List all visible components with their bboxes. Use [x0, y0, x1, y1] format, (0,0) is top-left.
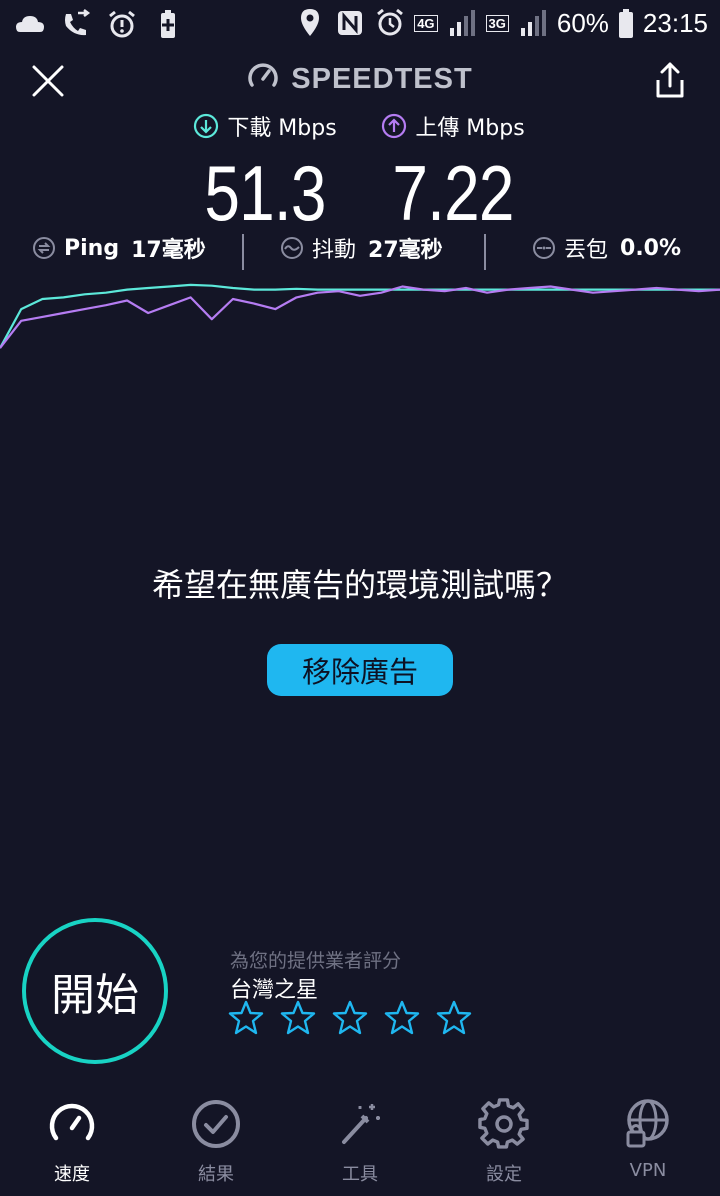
- nav-label: VPN: [629, 1160, 667, 1181]
- remove-ads-button[interactable]: 移除廣告: [267, 644, 453, 696]
- packet-loss-label: 丟包: [564, 238, 609, 263]
- share-icon[interactable]: [652, 60, 688, 100]
- check-circle-icon: [192, 1100, 240, 1148]
- status-system: 4G 3G 60% 23:15: [294, 6, 708, 40]
- rating-star-5-icon[interactable]: [436, 1000, 472, 1036]
- jitter-icon: [281, 237, 303, 259]
- net-4g-badge: 4G: [414, 14, 438, 32]
- rating-star-3-icon[interactable]: [332, 1000, 368, 1036]
- cloud-icon: [16, 16, 44, 32]
- packet-loss-stat: 丟包 0.0%: [532, 232, 681, 264]
- alarm-icon: [377, 8, 404, 36]
- nav-label: 速度: [54, 1164, 90, 1185]
- clock: 23:15: [642, 7, 708, 38]
- nav-settings[interactable]: 設定: [432, 1094, 576, 1186]
- signal-strength-icon: [449, 10, 475, 36]
- speed-graph: [0, 283, 720, 349]
- nfc-icon: [338, 11, 363, 35]
- location-icon: [301, 9, 320, 36]
- globe-lock-icon: [626, 1099, 669, 1148]
- download-series-line: [0, 283, 720, 349]
- ping-value: 17毫秒: [131, 238, 206, 263]
- battery-percent: 60%: [556, 7, 609, 38]
- upload-block: 上傳 Mbps 7.22: [333, 110, 573, 239]
- signal-strength-2-icon: [520, 10, 546, 36]
- jitter-stat: 抖動 27毫秒: [280, 232, 443, 264]
- download-arrow-icon: [194, 113, 219, 139]
- rating-star-2-icon[interactable]: [280, 1000, 316, 1036]
- rating-stars: [228, 1000, 472, 1036]
- status-notifications: [14, 8, 184, 42]
- nav-results[interactable]: 結果: [144, 1094, 288, 1186]
- jitter-value: 27毫秒: [368, 238, 443, 263]
- battery-saver-icon: [161, 10, 175, 38]
- download-label: 下載 Mbps: [227, 116, 337, 141]
- rating-star-1-icon[interactable]: [228, 1000, 264, 1036]
- net-3g-badge: 3G: [485, 14, 509, 32]
- speedometer-icon: [49, 1103, 95, 1141]
- ping-stat: Ping 17毫秒: [32, 232, 206, 264]
- upload-arrow-icon: [382, 113, 407, 139]
- app-title: SPEEDTEST: [0, 61, 720, 96]
- stat-divider: [242, 234, 244, 270]
- gear-icon: [478, 1098, 529, 1149]
- ping-icon: [33, 237, 55, 259]
- speedometer-logo-icon: [248, 63, 278, 87]
- rating-star-4-icon[interactable]: [384, 1000, 420, 1036]
- start-button[interactable]: 開始: [22, 918, 168, 1064]
- rate-provider-hint: 為您的提供業者評分: [230, 950, 402, 972]
- call-forward-icon: [65, 9, 91, 36]
- nav-speed[interactable]: 速度: [0, 1094, 144, 1186]
- app-header: SPEEDTEST: [0, 55, 720, 107]
- stats-row: Ping 17毫秒 抖動 27毫秒 丟包 0.0%: [0, 228, 720, 272]
- upload-label: 上傳 Mbps: [415, 116, 525, 141]
- stat-divider: [484, 234, 486, 270]
- packet-loss-value: 0.0%: [620, 235, 682, 261]
- ad-prompt: 希望在無廣告的環境測試嗎？: [151, 566, 568, 604]
- nav-label: 設定: [486, 1164, 522, 1185]
- jitter-label: 抖動: [312, 238, 357, 263]
- status-bar: 4G 3G 60% 23:15: [0, 0, 720, 50]
- nav-tools[interactable]: 工具: [288, 1094, 432, 1186]
- start-label: 開始: [51, 970, 139, 1021]
- alarm-warning-icon: [109, 10, 135, 38]
- nav-label: 結果: [198, 1164, 234, 1185]
- battery-icon: [618, 9, 633, 38]
- upload-series-line: [0, 285, 720, 349]
- ping-label: Ping: [64, 235, 120, 261]
- nav-label: 工具: [342, 1164, 378, 1185]
- magic-wand-icon: [342, 1104, 380, 1144]
- packet-loss-icon: [533, 237, 555, 259]
- upload-value: 7.22: [392, 149, 514, 237]
- bottom-nav: 速度 結果 工具 設定 VPN: [0, 1094, 720, 1194]
- nav-vpn[interactable]: VPN: [576, 1094, 720, 1181]
